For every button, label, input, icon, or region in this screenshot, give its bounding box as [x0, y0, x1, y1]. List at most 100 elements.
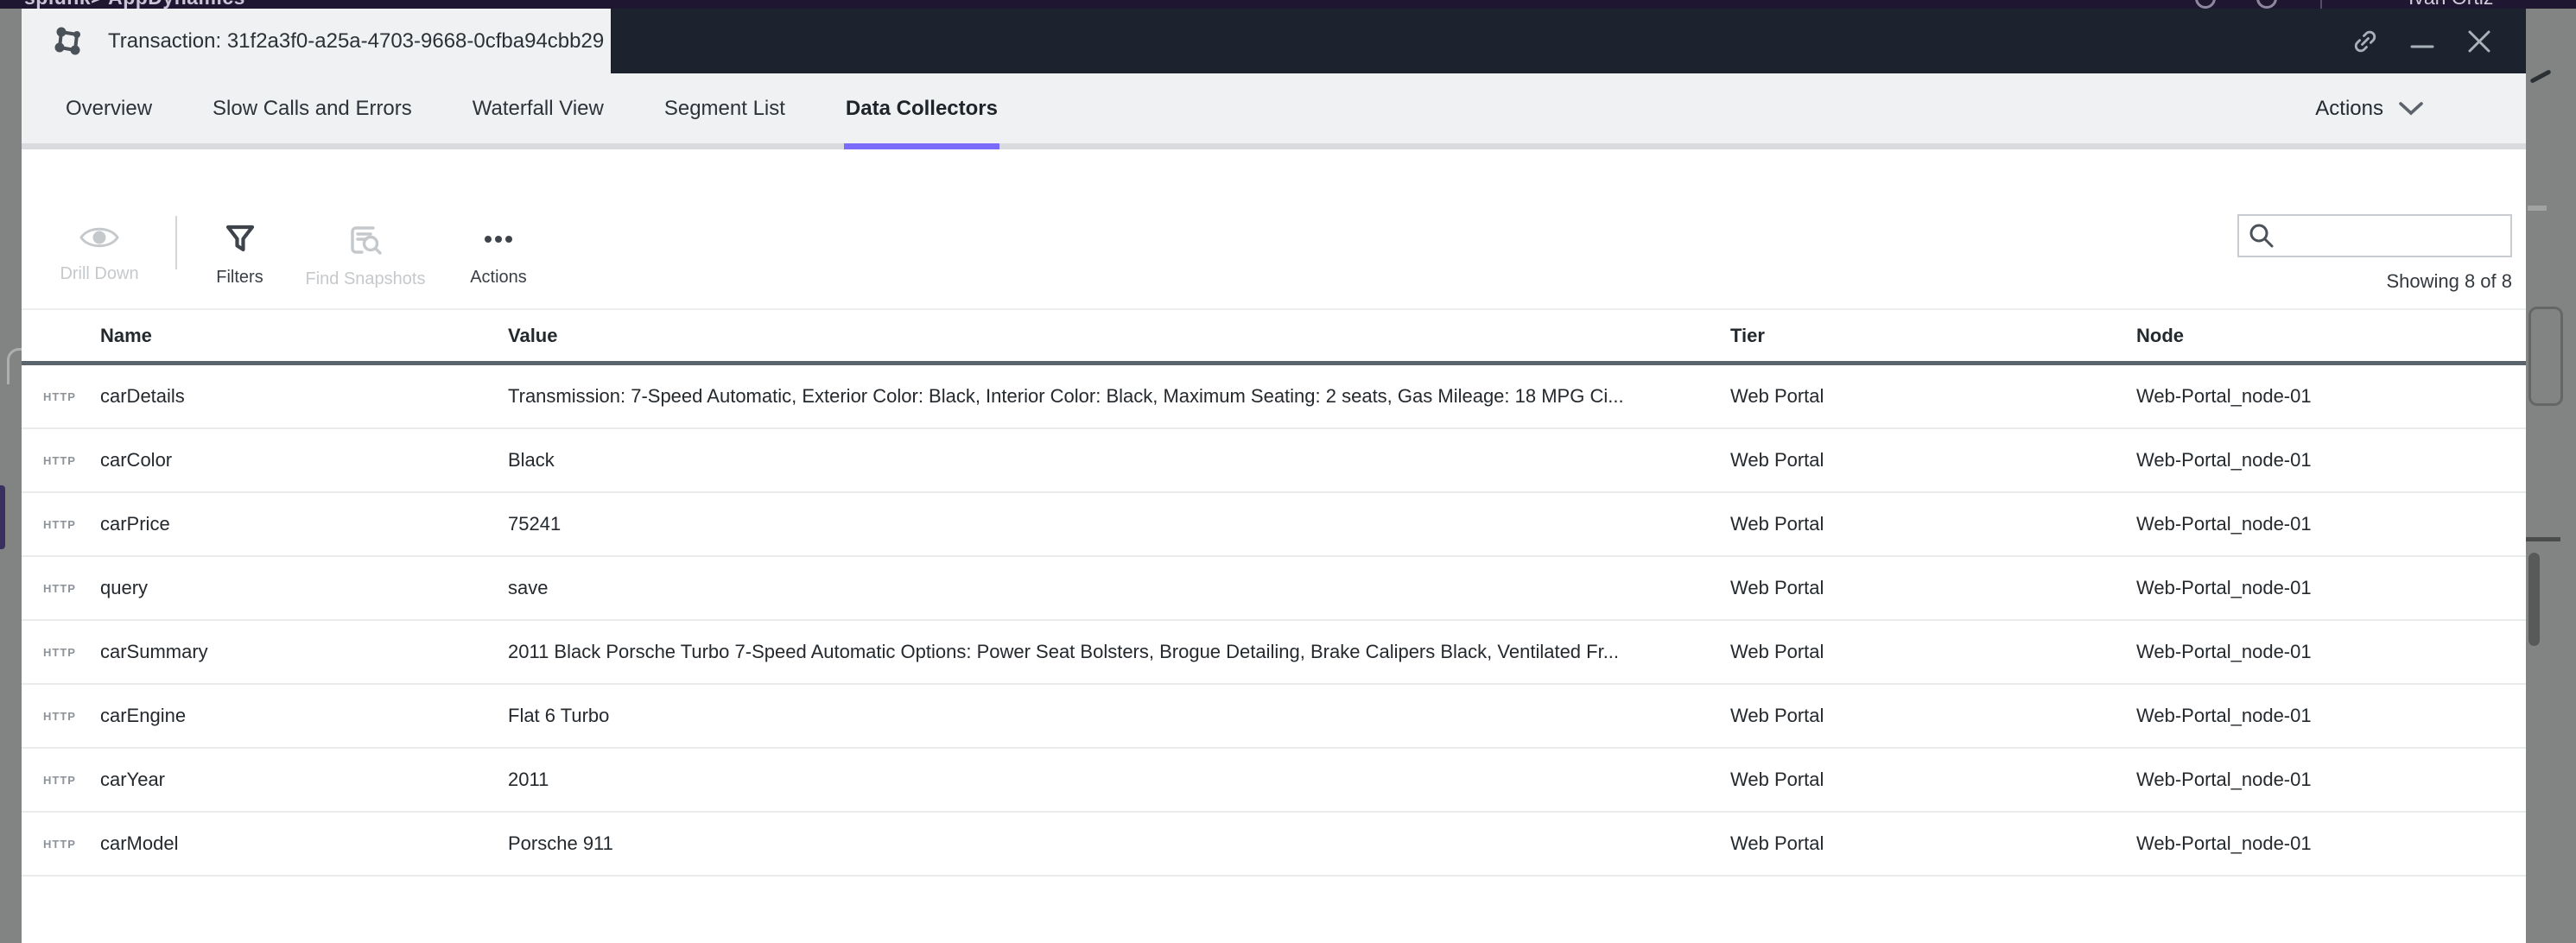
row-node-cell: Web-Portal_node-01: [2136, 513, 2312, 535]
find-snapshots-label: Find Snapshots: [305, 269, 426, 288]
protocol-badge: HTTP: [43, 773, 76, 787]
row-name-cell: query: [100, 577, 149, 598]
row-tier-cell: Web Portal: [1730, 513, 1824, 535]
protocol-badge: HTTP: [43, 581, 76, 595]
row-value-cell: Porsche 911: [508, 832, 613, 854]
table-row[interactable]: HTTP carModel Porsche 911 Web Portal Web-Por…: [22, 813, 2526, 877]
data-collectors-table: Name Value Tier Node HTTP carDetails Trans…: [22, 308, 2526, 943]
brand-logo: splunk> AppDynamics: [24, 0, 245, 9]
row-tier-cell: Web Portal: [1730, 705, 1824, 726]
protocol-badge: HTTP: [43, 453, 76, 467]
row-value-cell: Transmission: 7-Speed Automatic, Exterio…: [508, 385, 1624, 407]
eye-icon: [79, 227, 119, 248]
find-snapshots-icon: [351, 226, 382, 255]
column-header-node[interactable]: Node: [2136, 325, 2526, 347]
row-node-cell: Web-Portal_node-01: [2136, 577, 2312, 598]
tab-data-collectors[interactable]: Data Collectors: [843, 73, 1000, 149]
underlying-page-header: splunk> AppDynamics Ivan Ortiz: [0, 0, 2576, 9]
dialog-title: Transaction: 31f2a3f0-a25a-4703-9668-0cf…: [108, 28, 605, 53]
tab-segment-list[interactable]: Segment List: [664, 73, 785, 143]
row-value-cell: 2011: [508, 769, 549, 790]
row-name-cell: carColor: [100, 449, 173, 471]
background-chevron-fragment: [2529, 69, 2552, 84]
row-node-cell: Web-Portal_node-01: [2136, 641, 2312, 662]
dialog-actions-dropdown[interactable]: Actions: [2315, 73, 2425, 143]
transaction-dialog: Transaction: 31f2a3f0-a25a-4703-9668-0cf…: [22, 9, 2526, 943]
dialog-tabbar: Overview Slow Calls and Errors Waterfall…: [22, 73, 2526, 149]
window-controls: [2351, 9, 2526, 73]
table-row[interactable]: HTTP carSummary 2011 Black Porsche Turbo 7…: [22, 621, 2526, 685]
dialog-actions-label: Actions: [2315, 96, 2383, 120]
dimmed-background-left: [0, 9, 22, 943]
row-value-cell: Flat 6 Turbo: [508, 705, 610, 726]
row-node-cell: Web-Portal_node-01: [2136, 705, 2312, 726]
protocol-badge: HTTP: [43, 837, 76, 851]
background-line-fragment: [2526, 537, 2560, 541]
filter-icon: [225, 225, 254, 252]
background-card-fragment: [2528, 307, 2563, 406]
transaction-icon: [54, 27, 80, 54]
table-row[interactable]: HTTP carColor Black Web Portal Web-Portal_no…: [22, 429, 2526, 493]
protocol-badge: HTTP: [43, 389, 76, 403]
row-value-cell: 2011 Black Porsche Turbo 7-Speed Automat…: [508, 641, 1620, 662]
row-name-cell: carDetails: [100, 385, 185, 407]
drill-down-label: Drill Down: [60, 264, 139, 283]
column-header-name[interactable]: Name: [100, 325, 508, 347]
minimize-icon[interactable]: [2408, 28, 2436, 55]
tab-slow-calls-and-errors[interactable]: Slow Calls and Errors: [213, 73, 412, 143]
row-node-cell: Web-Portal_node-01: [2136, 769, 2312, 790]
row-tier-cell: Web Portal: [1730, 449, 1824, 471]
search-icon: [2249, 224, 2274, 248]
row-node-cell: Web-Portal_node-01: [2136, 385, 2312, 407]
protocol-badge: HTTP: [43, 645, 76, 659]
row-value-cell: 75241: [508, 513, 562, 535]
protocol-badge: HTTP: [43, 517, 76, 531]
background-nav-indicator: [0, 485, 5, 549]
row-value-cell: Black: [508, 449, 555, 471]
tab-waterfall-view[interactable]: Waterfall View: [473, 73, 604, 143]
toolbar-actions-label: Actions: [470, 268, 527, 287]
table-row[interactable]: HTTP carPrice 75241 Web Portal Web-Portal_no…: [22, 493, 2526, 557]
column-header-value[interactable]: Value: [508, 325, 1730, 347]
tab-overview[interactable]: Overview: [66, 73, 152, 143]
row-name-cell: carEngine: [100, 705, 187, 726]
user-name: Ivan Ortiz: [2408, 0, 2493, 9]
chevron-down-icon: [2399, 101, 2423, 115]
row-name-cell: carModel: [100, 832, 179, 854]
row-tier-cell: Web Portal: [1730, 769, 1824, 790]
row-name-cell: carSummary: [100, 641, 208, 662]
column-header-tier[interactable]: Tier: [1730, 325, 2136, 347]
background-card-corner: [7, 348, 22, 384]
toolbar-actions-button[interactable]: Actions: [447, 223, 550, 288]
table-body: HTTP carDetails Transmission: 7-Speed Auto…: [22, 365, 2526, 877]
table-row[interactable]: HTTP carDetails Transmission: 7-Speed Auto…: [22, 365, 2526, 429]
help-icon: [2256, 0, 2277, 9]
table-header: Name Value Tier Node: [22, 310, 2526, 365]
tabs: Overview Slow Calls and Errors Waterfall…: [66, 73, 1000, 149]
row-tier-cell: Web Portal: [1730, 641, 1824, 662]
link-icon[interactable]: [2351, 28, 2379, 55]
drill-down-button: Drill Down: [48, 223, 151, 284]
toolbar-divider: [175, 216, 177, 269]
row-node-cell: Web-Portal_node-01: [2136, 449, 2312, 471]
filters-button[interactable]: Filters: [194, 223, 285, 288]
search-box[interactable]: [2237, 214, 2512, 257]
screen: splunk> AppDynamics Ivan Ortiz: [0, 0, 2576, 943]
dialog-titlebar: Transaction: 31f2a3f0-a25a-4703-9668-0cf…: [22, 9, 2526, 73]
row-name-cell: carYear: [100, 769, 166, 790]
dialog-content: Drill Down Filters Find Snapshots Action…: [22, 149, 2526, 943]
table-row[interactable]: HTTP carYear 2011 Web Portal Web-Portal_node…: [22, 749, 2526, 813]
filters-label: Filters: [216, 268, 263, 287]
background-bar-fragment: [2528, 206, 2547, 211]
table-row[interactable]: HTTP carEngine Flat 6 Turbo Web Portal Web-P…: [22, 685, 2526, 749]
transaction-tab[interactable]: Transaction: 31f2a3f0-a25a-4703-9668-0cf…: [22, 9, 611, 73]
close-icon[interactable]: [2465, 28, 2493, 55]
row-tier-cell: Web Portal: [1730, 832, 1824, 854]
find-snapshots-button: Find Snapshots: [296, 223, 435, 289]
protocol-badge: HTTP: [43, 709, 76, 723]
dimmed-background-right: [2526, 9, 2576, 943]
search-input[interactable]: [2282, 225, 2502, 246]
table-row[interactable]: HTTP query save Web Portal Web-Portal_node-0…: [22, 557, 2526, 621]
showing-count: Showing 8 of 8: [2386, 270, 2512, 292]
toolbar: Drill Down Filters Find Snapshots Action…: [22, 149, 2526, 308]
